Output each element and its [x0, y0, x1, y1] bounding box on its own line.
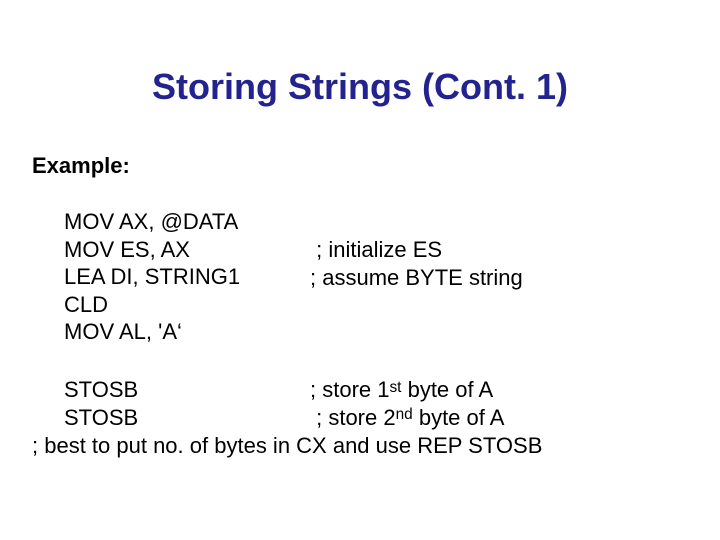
comment-line: ; store 1st byte of A	[310, 377, 493, 402]
comment-line: ; store 2nd byte of A	[310, 405, 504, 430]
code-line: MOV AL, 'A‘	[64, 319, 182, 344]
comment-block-1: ; initialize ES ; assume BYTE string	[310, 236, 523, 291]
code-line: CLD	[64, 292, 108, 317]
footer-comment-line: ; best to put no. of bytes in CX and use…	[32, 432, 542, 460]
slide: Storing Strings (Cont. 1) Example: MOV A…	[0, 0, 720, 540]
code-line: MOV AX, @DATA	[64, 209, 238, 234]
ordinal-suffix: nd	[396, 406, 413, 423]
comment-line: ; assume BYTE string	[310, 265, 523, 290]
code-line: MOV ES, AX	[64, 237, 190, 262]
example-label: Example:	[32, 153, 130, 179]
comment-block-2: ; store 1st byte of A ; store 2nd byte o…	[310, 376, 504, 431]
ordinal-suffix: st	[389, 379, 401, 396]
code-line: STOSB	[64, 377, 138, 402]
comment-line: ; initialize ES	[310, 237, 442, 262]
slide-title: Storing Strings (Cont. 1)	[0, 66, 720, 108]
code-block-1: MOV AX, @DATA MOV ES, AX LEA DI, STRING1…	[64, 208, 240, 346]
code-line: LEA DI, STRING1	[64, 264, 240, 289]
code-line: STOSB	[64, 405, 138, 430]
code-block-2: STOSB STOSB	[64, 376, 138, 431]
